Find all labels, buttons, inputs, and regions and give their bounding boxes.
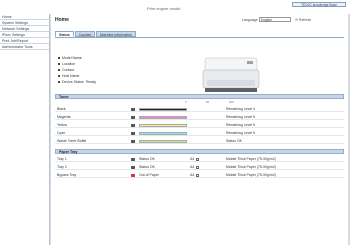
paper-tray-name: Tray 1	[57, 157, 67, 161]
brand-title: Print engine model	[147, 6, 181, 11]
toner-level-fill	[140, 116, 186, 118]
toner-level-fill	[140, 140, 186, 142]
knowledge-base-link[interactable]: TEDI/C knowledge Base	[292, 1, 346, 7]
page-title: Home	[55, 17, 69, 23]
paper-checkbox[interactable]	[196, 157, 199, 161]
toner-level-bar	[139, 115, 187, 119]
toner-status: Remaining Level 5	[226, 115, 255, 119]
paper-size: A4	[190, 157, 195, 161]
toner-level-bar	[139, 123, 187, 127]
tab-divider	[55, 37, 344, 38]
paper-row-tray-2: Tray 2 Status OK A4 Middle Thick Paper (…	[55, 164, 344, 170]
toner-status: Remaining Level 4	[226, 107, 255, 111]
paper-size: A4	[190, 165, 195, 169]
info-label: Device Status	[62, 80, 84, 84]
sidebar: Home System Settings Network Settings IP…	[0, 14, 50, 245]
refresh-button[interactable]: ⟳ Refresh	[295, 18, 311, 22]
toner-row-waste: Waste Toner Bottle Status OK	[55, 138, 344, 144]
toner-row-cyan: Cyan Remaining Level 5	[55, 130, 344, 136]
toner-section-header: Toner	[55, 94, 344, 99]
refresh-label: Refresh	[298, 17, 312, 22]
paper-type: Middle Thick Paper (75-90g/m2)	[226, 165, 276, 169]
toner-name: Black	[57, 107, 66, 111]
paper-tray-section-header: Paper Tray	[55, 149, 344, 154]
toner-scale-100: 100	[229, 101, 234, 104]
top-bar: Print engine model TEDI/C knowledge Base	[0, 0, 350, 14]
paper-row-bypass-tray: Bypass Tray Out of Paper A4 Middle Thick…	[55, 172, 344, 178]
bullet-icon	[58, 57, 60, 59]
paper-tray-status: Status OK	[139, 157, 155, 161]
cartridge-icon	[131, 107, 135, 111]
bullet-icon	[58, 69, 60, 71]
paper-type: Middle Thick Paper (75-90g/m2)	[226, 157, 276, 161]
toner-row-yellow: Yellow Remaining Level 5	[55, 122, 344, 128]
paper-error-icon	[131, 173, 135, 177]
toner-level-fill	[140, 108, 186, 110]
language-label: Language	[242, 18, 258, 22]
toner-scale-0: 0	[185, 101, 187, 104]
toner-name: Cyan	[57, 131, 66, 135]
toner-row-black: Black Remaining Level 4	[55, 106, 344, 112]
device-info: Model Name Location Contact Host Name De…	[58, 55, 96, 85]
paper-checkbox[interactable]	[196, 173, 199, 177]
cartridge-icon	[131, 123, 135, 127]
toner-scale-50: 50	[206, 101, 209, 104]
toner-level-fill	[140, 124, 186, 126]
toner-status: Status OK	[226, 139, 242, 143]
main-panel: Home Language English ⟳ Refresh Status C…	[51, 14, 348, 245]
toner-status: Remaining Level 5	[226, 131, 255, 135]
paper-tray-status: Status OK	[139, 165, 155, 169]
toner-name: Magenta	[57, 115, 71, 119]
bullet-icon	[58, 75, 60, 77]
toner-name: Waste Toner Bottle	[57, 139, 87, 143]
toner-level-bar	[139, 107, 187, 111]
paper-size: A4	[190, 173, 195, 177]
paper-checkbox[interactable]	[196, 165, 199, 169]
paper-tray-name: Tray 2	[57, 165, 67, 169]
toner-level-bar	[139, 139, 187, 143]
paper-tray-icon	[131, 165, 135, 169]
toner-level-fill	[140, 132, 186, 134]
toner-row-magenta: Magenta Remaining Level 5	[55, 114, 344, 120]
bullet-icon	[58, 81, 60, 83]
cartridge-icon	[131, 139, 135, 143]
toner-name: Yellow	[57, 123, 67, 127]
refresh-icon: ⟳	[295, 17, 298, 22]
paper-tray-status: Out of Paper	[139, 173, 159, 177]
paper-tray-icon	[131, 157, 135, 161]
bullet-icon	[58, 63, 60, 65]
paper-tray-name: Bypass Tray	[57, 173, 77, 177]
sidebar-item-admin-tools[interactable]: Administrator Tools	[0, 44, 49, 50]
cartridge-icon	[131, 115, 135, 119]
toner-level-bar	[139, 131, 187, 135]
cartridge-icon	[131, 131, 135, 135]
toner-status: Remaining Level 5	[226, 123, 255, 127]
info-value: Ready	[86, 80, 97, 84]
paper-row-tray-1: Tray 1 Status OK A4 Middle Thick Paper (…	[55, 156, 344, 162]
printer-image	[202, 57, 260, 92]
paper-type: Middle Thick Paper (75-90g/m2)	[226, 173, 276, 177]
info-row-device-status: Device Status Ready	[58, 79, 96, 85]
language-select[interactable]: English	[259, 17, 291, 22]
